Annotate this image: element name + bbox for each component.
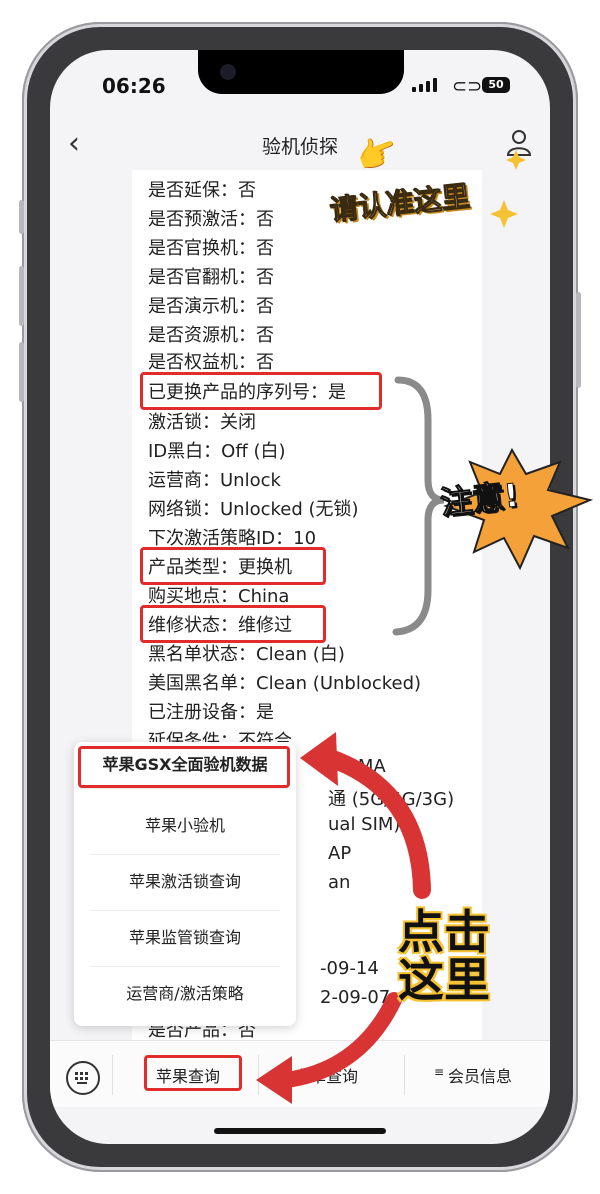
menu-item-carrier-policy[interactable]: 运营商/激活策略 (90, 966, 280, 1022)
page-title: 验机侦探 (261, 136, 338, 158)
report-line: DMA (344, 756, 386, 777)
highlight-box (140, 372, 382, 410)
power-button (576, 292, 581, 388)
menu-lines-icon: ≡ (434, 1065, 445, 1079)
dynamic-island (198, 50, 404, 94)
menu-item-supervision-lock[interactable]: 苹果监管锁查询 (90, 910, 280, 967)
link-icon: ⊂⊃ (452, 76, 483, 97)
report-line: 是否官翻机：否 (148, 267, 274, 288)
volume-up-button (19, 266, 24, 326)
phone-frame: 06:26 ⊂⊃ 50 ‹ 验机侦探 是否延保：否 是否预激活：否 是否官换机：… (19, 22, 581, 1172)
sticker-here: 这里 (398, 953, 490, 1007)
tab-divider (112, 1055, 113, 1095)
report-line: 通 (5G/4G/3G) (328, 789, 455, 810)
report-line: ID黑白：Off (白) (148, 441, 286, 462)
report-line: 激活锁：关闭 (148, 412, 256, 433)
report-line: 运营商：Unlock (148, 470, 281, 491)
report-line: 2-09-07 (320, 987, 391, 1008)
status-time: 06:26 (102, 74, 166, 98)
signal-icon (412, 78, 437, 92)
report-line: 是否演示机：否 (148, 296, 274, 317)
menu-item-activation-lock[interactable]: 苹果激活锁查询 (90, 854, 280, 911)
tab-divider (404, 1055, 405, 1095)
apple-query-menu: 苹果GSX全面验机数据 苹果小验机 苹果激活锁查询 苹果监管锁查询 运营商/激活… (74, 742, 296, 1026)
highlight-box (144, 1055, 242, 1091)
home-indicator (214, 1128, 386, 1134)
report-line: -09-14 (320, 958, 379, 979)
nav-bar: ‹ 验机侦探 (50, 118, 550, 170)
keyboard-grid-icon (75, 1072, 88, 1084)
report-line: 已注册设备：是 (148, 702, 274, 723)
report-line: 是否延保：否 (148, 180, 256, 201)
tab-divider (258, 1055, 259, 1095)
user-icon[interactable] (506, 128, 532, 156)
tab-android-query[interactable]: 安卓查询 (294, 1063, 358, 1087)
report-line: ual SIM) (328, 814, 401, 835)
highlight-box (78, 746, 290, 788)
highlight-box (140, 547, 326, 585)
report-line: 黑名单状态：Clean (白) (148, 644, 345, 665)
report-line: 是否官换机：否 (148, 238, 274, 259)
report-line: 网络锁：Unlocked (无锁) (148, 499, 359, 520)
action-button (19, 200, 24, 234)
report-line: AP (328, 843, 352, 864)
report-line: 是否预激活：否 (148, 209, 274, 230)
camera-icon (220, 64, 236, 80)
bottom-tab-bar: 苹果查询 安卓查询 ≡ 会员信息 (50, 1040, 550, 1107)
report-line: 美国黑名单：Clean (Unblocked) (148, 673, 422, 694)
battery-icon: 50 (482, 77, 510, 93)
report-line: an (328, 872, 351, 893)
report-line: 是否资源机：否 (148, 325, 274, 346)
highlight-box (140, 605, 326, 643)
volume-down-button (19, 342, 24, 402)
menu-item-mini-check[interactable]: 苹果小验机 (90, 798, 280, 855)
tab-member-info[interactable]: 会员信息 (448, 1063, 512, 1087)
keyboard-icon[interactable] (66, 1061, 100, 1095)
report-line: 是否权益机：否 (148, 352, 274, 373)
sticker-attention: 注意! (438, 475, 521, 522)
